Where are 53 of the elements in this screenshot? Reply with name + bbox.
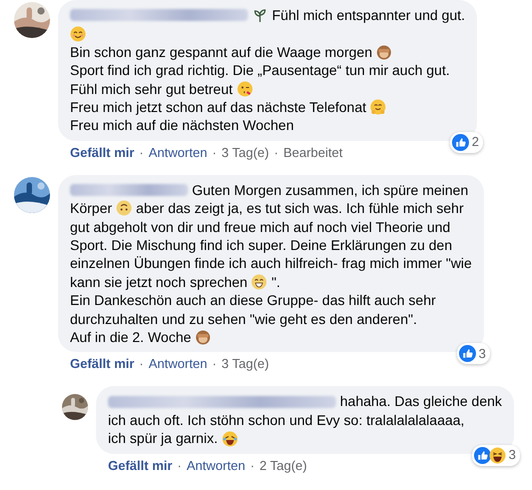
separator-dot: · [274,144,278,161]
smiling-emoji-icon [70,26,86,42]
comment-text: ich auch oft. Ich stöhn schon und Evy so: tralalalalalaaaa, [108,410,464,430]
reaction-badge[interactable]: 2 [450,132,484,153]
reply-link[interactable]: Antworten [148,144,208,161]
comment-text: ". [271,272,280,292]
like-reaction-icon [458,345,476,362]
like-reaction-icon [474,446,491,464]
comment-text: Guten Morgen zusammen, ich spüre meinen [192,180,468,200]
laughing-emoji-icon [222,430,238,446]
separator-dot: · [212,356,217,372]
grinning-emoji-icon [251,274,268,290]
plant-icon [252,7,268,24]
comment-meta: 3 Tag(e) [222,356,269,372]
comment-text: Ein Dankeschön auch an diese Gruppe- das hilft auch sehr [70,291,436,310]
like-link[interactable]: Gefällt mir [70,356,134,372]
separator-dot: · [250,458,255,474]
like-link[interactable]: Gefällt mir [108,458,172,474]
comment-text: Fühl mich entspannter und gut. [272,6,466,24]
comment-text: Fühl mich sehr gut betreut [70,80,233,98]
comment-text: Bin schon ganz gespannt auf die Waage morgen [70,42,372,62]
comment-text: Körper [70,199,112,218]
upside-down-emoji-icon [116,200,132,216]
comment-text: Auf in die 2. Woche [70,328,192,346]
reply-link[interactable]: Antworten [148,356,208,372]
comment-meta: 3 Tag(e) [222,144,269,161]
comment-meta: Bearbeitet [283,144,343,161]
separator-dot: · [139,356,144,372]
reply-link[interactable]: Antworten [186,458,246,474]
comment-text: hahaha. Das gleiche denk [340,392,502,411]
comment-text: aber das zeigt ja, es tut sich was. Ich fühle mich sehr [136,199,464,218]
reaction-badge[interactable]: 3 [472,444,520,466]
reaction-badge[interactable]: 3 [456,343,490,364]
monkey-emoji-icon [376,44,392,60]
comment-text: Freu mich jetzt schon auf das nächste Telefonat [70,98,366,116]
comment-text: kann sie jetzt noch sprechen [70,272,248,292]
separator-dot: · [177,458,182,474]
comment-text: Sport. Die Mischung find ich super. Deine Erklärungen zu den [70,236,452,254]
comment-text: ich spür ja garnix. [108,429,218,448]
comment-text: Freu mich auf die nächsten Wochen [70,116,294,135]
like-reaction-icon [452,134,469,151]
hugging-emoji-icon [370,99,386,116]
like-link[interactable]: Gefällt mir [70,144,134,161]
haha-reaction-icon [488,446,506,464]
comment-text: einzelnen Übungen finde ich auch hilfreich- frag mich immer "wie [70,254,472,273]
separator-dot: · [139,144,144,161]
comment-text: gut abgeholt von dir und freue mich auf noch viel Theorie und [70,218,450,236]
comment-text: durchzuhalten und zu sehen "wie geht es den anderen". [70,310,417,328]
kissing-emoji-icon [236,80,253,97]
separator-dot: · [212,144,217,161]
comment-text: Sport find ich grad richtig. Die „Pausentage“ tun mir auch gut. [70,61,450,80]
comment-meta: 2 Tag(e) [260,458,307,474]
monkey-emoji-icon [195,329,212,346]
